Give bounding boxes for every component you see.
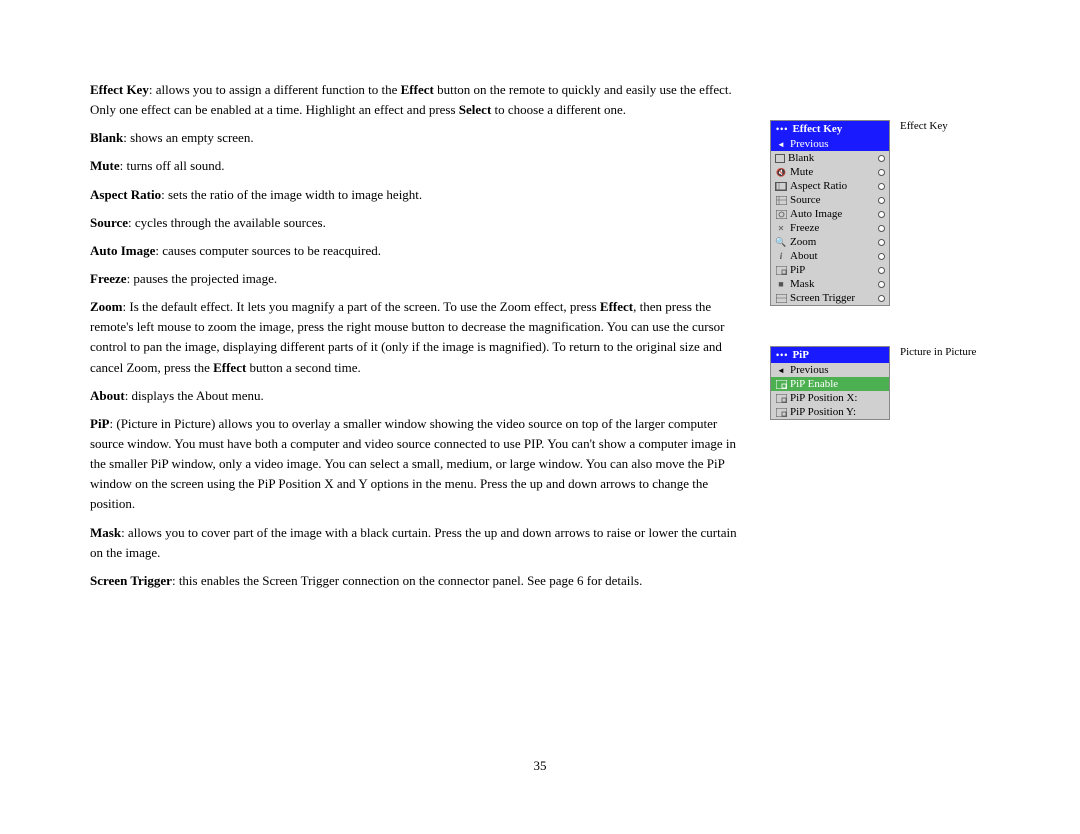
previous-label: Previous bbox=[790, 138, 829, 150]
para-pip: PiP: (Picture in Picture) allows you to … bbox=[90, 414, 740, 515]
pip-menu-item-enable[interactable]: PiP Enable bbox=[771, 377, 889, 391]
autoimage-label: Auto Image bbox=[790, 208, 842, 220]
menu-item-blank[interactable]: Blank bbox=[771, 151, 889, 165]
para-autoimage: Auto Image: causes computer sources to b… bbox=[90, 241, 740, 261]
autoimage-icon bbox=[775, 209, 787, 219]
pip-menu: ••• PiP ◄ Previous bbox=[770, 346, 890, 420]
para-screentrigger: Screen Trigger: this enables the Screen … bbox=[90, 571, 740, 591]
freeze-label: Freeze bbox=[790, 222, 819, 234]
mute-radio bbox=[878, 169, 885, 176]
para-freeze: Freeze: pauses the projected image. bbox=[90, 269, 740, 289]
menu-item-mute[interactable]: 🔇 Mute bbox=[771, 165, 889, 179]
menu-item-aspect[interactable]: Aspect Ratio bbox=[771, 179, 889, 193]
zoom-label: Zoom bbox=[790, 236, 816, 248]
para-mute: Mute: turns off all sound. bbox=[90, 156, 740, 176]
autoimage-radio bbox=[878, 211, 885, 218]
para-about: About: displays the About menu. bbox=[90, 386, 740, 406]
menu-item-mask[interactable]: ■ Mask bbox=[771, 277, 889, 291]
right-column: ••• Effect Key ◄ Previous bbox=[770, 80, 990, 738]
pip-title: PiP bbox=[792, 349, 809, 361]
zoom-icon: 🔍 bbox=[775, 237, 787, 247]
about-label: About bbox=[790, 250, 818, 262]
pip-previous-icon: ◄ bbox=[775, 365, 787, 375]
mask-radio bbox=[878, 281, 885, 288]
mute-icon: 🔇 bbox=[775, 167, 787, 177]
pip-posx-label: PiP Position X: bbox=[790, 392, 857, 404]
effect-key-menu: ••• Effect Key ◄ Previous bbox=[770, 120, 890, 306]
mute-label: Mute bbox=[790, 166, 813, 178]
title-dots: ••• bbox=[776, 124, 788, 134]
para-blank: Blank: shows an empty screen. bbox=[90, 128, 740, 148]
para-mask: Mask: allows you to cover part of the im… bbox=[90, 523, 740, 563]
pip-label: PiP bbox=[790, 264, 805, 276]
about-icon: i bbox=[775, 251, 787, 261]
menu-item-zoom[interactable]: 🔍 Zoom bbox=[771, 235, 889, 249]
pip-enable-label: PiP Enable bbox=[790, 378, 838, 390]
screentrigger-label: Screen Trigger bbox=[790, 292, 855, 304]
freeze-icon: ✕ bbox=[775, 223, 787, 233]
para-effect-key: Effect Key: allows you to assign a diffe… bbox=[90, 80, 740, 120]
effect-key-title: Effect Key bbox=[792, 123, 842, 135]
pip-title-bar: ••• PiP bbox=[771, 347, 889, 363]
previous-icon: ◄ bbox=[775, 139, 787, 149]
effect-key-bold: Effect Key bbox=[90, 82, 149, 97]
para-source: Source: cycles through the available sou… bbox=[90, 213, 740, 233]
source-icon bbox=[775, 195, 787, 205]
menu-item-freeze[interactable]: ✕ Freeze bbox=[771, 221, 889, 235]
screentrigger-radio bbox=[878, 295, 885, 302]
pip-previous-label: Previous bbox=[790, 364, 829, 376]
page-number: 35 bbox=[90, 758, 990, 774]
pip-menu-item-posy[interactable]: PiP Position Y: bbox=[771, 405, 889, 419]
source-radio bbox=[878, 197, 885, 204]
blank-icon bbox=[775, 154, 785, 163]
menu-item-pip[interactable]: PiP bbox=[771, 263, 889, 277]
effect-key-widget: ••• Effect Key ◄ Previous bbox=[770, 120, 990, 306]
pip-menu-item-posx[interactable]: PiP Position X: bbox=[771, 391, 889, 405]
aspect-radio bbox=[878, 183, 885, 190]
freeze-radio bbox=[878, 225, 885, 232]
pip-posy-label: PiP Position Y: bbox=[790, 406, 856, 418]
menu-item-screentrigger[interactable]: Screen Trigger bbox=[771, 291, 889, 305]
pip-enable-icon bbox=[775, 379, 787, 389]
para-aspect: Aspect Ratio: sets the ratio of the imag… bbox=[90, 185, 740, 205]
zoom-radio bbox=[878, 239, 885, 246]
mask-icon: ■ bbox=[775, 279, 787, 289]
effect-key-title-bar: ••• Effect Key bbox=[771, 121, 889, 137]
pip-widget: ••• PiP ◄ Previous bbox=[770, 346, 990, 420]
pip-posy-icon bbox=[775, 407, 787, 417]
pip-menu-item-previous[interactable]: ◄ Previous bbox=[771, 363, 889, 377]
para-zoom: Zoom: Is the default effect. It lets you… bbox=[90, 297, 740, 378]
aspect-label: Aspect Ratio bbox=[790, 180, 847, 192]
menu-item-source[interactable]: Source bbox=[771, 193, 889, 207]
aspect-icon bbox=[775, 182, 787, 191]
about-radio bbox=[878, 253, 885, 260]
pip-title-dots: ••• bbox=[776, 350, 788, 360]
mask-label: Mask bbox=[790, 278, 814, 290]
menu-item-about[interactable]: i About bbox=[771, 249, 889, 263]
menu-item-autoimage[interactable]: Auto Image bbox=[771, 207, 889, 221]
blank-label: Blank bbox=[788, 152, 814, 164]
pip-widget-label: Picture in Picture bbox=[900, 346, 976, 358]
main-text: Effect Key: allows you to assign a diffe… bbox=[90, 80, 740, 738]
pip-radio bbox=[878, 267, 885, 274]
screentrigger-icon bbox=[775, 293, 787, 303]
pip-icon bbox=[775, 265, 787, 275]
effect-key-widget-label: Effect Key bbox=[900, 120, 948, 132]
menu-item-previous[interactable]: ◄ Previous bbox=[771, 137, 889, 151]
blank-radio bbox=[878, 155, 885, 162]
source-label: Source bbox=[790, 194, 821, 206]
pip-posx-icon bbox=[775, 393, 787, 403]
